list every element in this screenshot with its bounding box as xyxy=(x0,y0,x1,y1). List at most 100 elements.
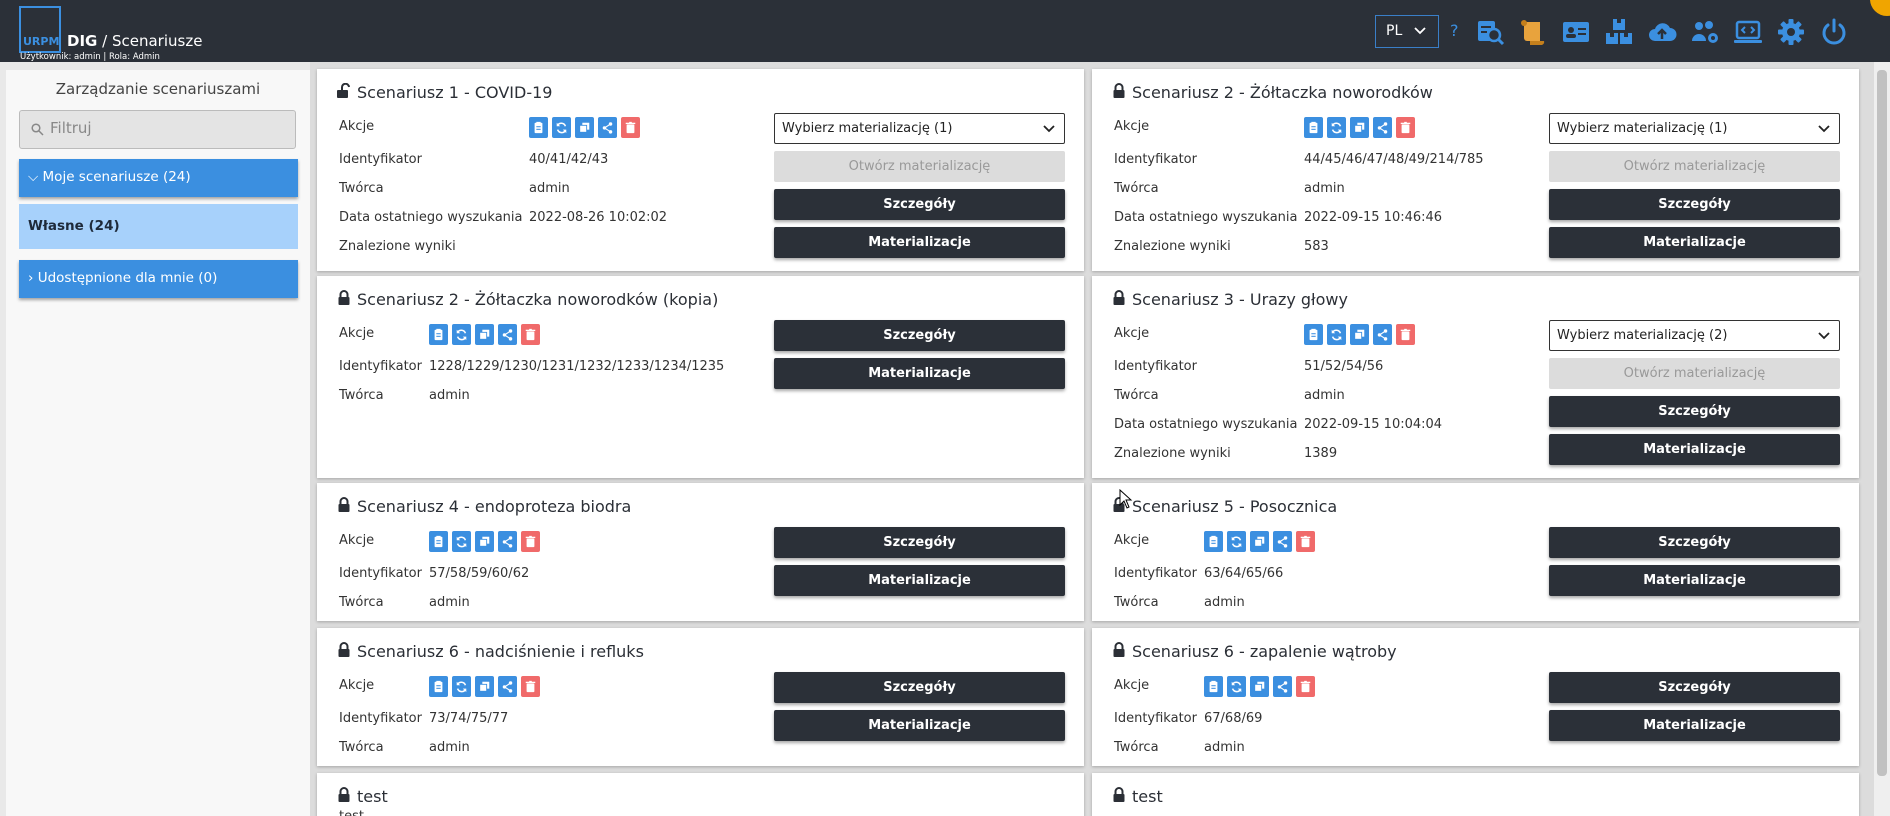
trash-button[interactable] xyxy=(1396,117,1415,138)
details-button[interactable]: Szczegóły xyxy=(774,527,1065,558)
materialization-select[interactable]: Wybierz materializację (1) xyxy=(1549,113,1840,144)
clipboard-button[interactable] xyxy=(1304,117,1323,138)
trash-button[interactable] xyxy=(621,117,640,138)
copy-button[interactable] xyxy=(475,676,494,697)
details-button[interactable]: Szczegóły xyxy=(774,320,1065,351)
settings-gear-icon[interactable] xyxy=(1776,17,1806,47)
share-button[interactable] xyxy=(1273,531,1292,552)
user-card-icon[interactable] xyxy=(1561,17,1591,47)
urpm-logo[interactable]: URPM xyxy=(19,6,61,53)
results-label: Znalezione wyniki xyxy=(1114,446,1231,461)
own-scenarios-label: Własne (24) xyxy=(28,218,120,234)
trash-button[interactable] xyxy=(1396,324,1415,345)
my-scenarios-label: Moje scenariusze (24) xyxy=(42,169,191,185)
clipboard-button[interactable] xyxy=(429,324,448,345)
copy-button[interactable] xyxy=(1350,324,1369,345)
cloud-upload-icon[interactable] xyxy=(1647,17,1677,47)
copy-button[interactable] xyxy=(1250,676,1269,697)
materialization-select[interactable]: Wybierz materializację (1) xyxy=(774,113,1065,144)
notification-badge[interactable] xyxy=(1870,0,1890,16)
identifier-value: 1228/1229/1230/1231/1232/1233/1234/1235 xyxy=(429,359,725,374)
chevron-down-icon: ⌵ xyxy=(28,169,43,185)
copy-button[interactable] xyxy=(475,531,494,552)
users-gear-icon[interactable] xyxy=(1690,17,1720,47)
refresh-button[interactable] xyxy=(452,531,471,552)
creator-value: admin xyxy=(1304,181,1345,196)
trash-button[interactable] xyxy=(521,531,540,552)
clipboard-button[interactable] xyxy=(429,531,448,552)
scenario-card: Scenariusz 4 - endoproteza biodra Akcje Id… xyxy=(317,483,1084,621)
materializations-button[interactable]: Materializacje xyxy=(1549,434,1840,465)
share-button[interactable] xyxy=(598,117,617,138)
filter-input[interactable] xyxy=(50,119,280,137)
copy-button[interactable] xyxy=(1250,531,1269,552)
refresh-button[interactable] xyxy=(1227,676,1246,697)
scenario-card: Scenariusz 3 - Urazy głowy Akcje Identyfik… xyxy=(1092,276,1859,478)
search-report-icon[interactable] xyxy=(1475,17,1505,47)
share-button[interactable] xyxy=(1373,117,1392,138)
materializations-button[interactable]: Materializacje xyxy=(1549,710,1840,741)
creator-value: admin xyxy=(429,595,470,610)
materializations-button[interactable]: Materializacje xyxy=(774,710,1065,741)
scrollbar[interactable] xyxy=(1874,62,1890,816)
clipboard-button[interactable] xyxy=(429,676,448,697)
materializations-button[interactable]: Materializacje xyxy=(1549,227,1840,258)
copy-button[interactable] xyxy=(475,324,494,345)
boxes-icon[interactable] xyxy=(1604,17,1634,47)
open-materialization-button[interactable]: Otwórz materializację xyxy=(1549,358,1840,389)
materializations-button[interactable]: Materializacje xyxy=(774,227,1065,258)
language-select[interactable]: PL xyxy=(1375,15,1439,48)
my-scenarios-button[interactable]: ⌵ Moje scenariusze (24) xyxy=(19,159,298,197)
power-icon[interactable] xyxy=(1819,17,1849,47)
trash-button[interactable] xyxy=(521,676,540,697)
shared-scenarios-button[interactable]: › Udostępnione dla mnie (0) xyxy=(19,260,298,298)
identifier-label: Identyfikator xyxy=(1114,152,1197,167)
details-button[interactable]: Szczegóły xyxy=(1549,189,1840,220)
code-screen-icon[interactable] xyxy=(1733,17,1763,47)
share-button[interactable] xyxy=(498,531,517,552)
details-button[interactable]: Szczegóły xyxy=(774,672,1065,703)
clipboard-button[interactable] xyxy=(1304,324,1323,345)
trash-button[interactable] xyxy=(1296,676,1315,697)
actions-label: Akcje xyxy=(339,533,375,548)
refresh-button[interactable] xyxy=(1227,531,1246,552)
clipboard-button[interactable] xyxy=(529,117,548,138)
copy-button[interactable] xyxy=(575,117,594,138)
scroll-icon[interactable] xyxy=(1518,17,1548,47)
open-materialization-button[interactable]: Otwórz materializację xyxy=(774,151,1065,182)
trash-button[interactable] xyxy=(521,324,540,345)
open-materialization-button[interactable]: Otwórz materializację xyxy=(1549,151,1840,182)
details-button[interactable]: Szczegóły xyxy=(1549,672,1840,703)
materializations-button[interactable]: Materializacje xyxy=(774,358,1065,389)
trash-button[interactable] xyxy=(1296,531,1315,552)
details-button[interactable]: Szczegóły xyxy=(1549,527,1840,558)
help-button[interactable]: ? xyxy=(1450,21,1459,40)
materializations-button[interactable]: Materializacje xyxy=(774,565,1065,596)
share-button[interactable] xyxy=(498,324,517,345)
clipboard-button[interactable] xyxy=(1204,531,1223,552)
refresh-button[interactable] xyxy=(1327,117,1346,138)
materialization-select[interactable]: Wybierz materializację (2) xyxy=(1549,320,1840,351)
materializations-button[interactable]: Materializacje xyxy=(1549,565,1840,596)
details-button[interactable]: Szczegóły xyxy=(774,189,1065,220)
copy-button[interactable] xyxy=(1350,117,1369,138)
refresh-button[interactable] xyxy=(552,117,571,138)
refresh-button[interactable] xyxy=(452,324,471,345)
refresh-button[interactable] xyxy=(452,676,471,697)
share-button[interactable] xyxy=(1373,324,1392,345)
scenario-grid: Scenariusz 1 - COVID-19 Akcje Identyfikato… xyxy=(310,62,1874,816)
own-scenarios-item[interactable]: Własne (24) xyxy=(19,204,298,249)
scrollbar-thumb[interactable] xyxy=(1877,70,1887,776)
share-button[interactable] xyxy=(1273,676,1292,697)
refresh-button[interactable] xyxy=(1327,324,1346,345)
last-search-label: Data ostatniego wyszukania xyxy=(1114,417,1298,432)
details-button[interactable]: Szczegóły xyxy=(1549,396,1840,427)
share-button[interactable] xyxy=(498,676,517,697)
lock-open-icon xyxy=(337,83,350,98)
clipboard-button[interactable] xyxy=(1204,676,1223,697)
filter-field[interactable] xyxy=(19,110,296,149)
copy-icon xyxy=(1354,122,1365,133)
copy-icon xyxy=(1254,536,1265,547)
scenario-card: Scenariusz 6 - zapalenie wątroby Akcje Ide… xyxy=(1092,628,1859,766)
title-separator: / xyxy=(102,32,108,50)
